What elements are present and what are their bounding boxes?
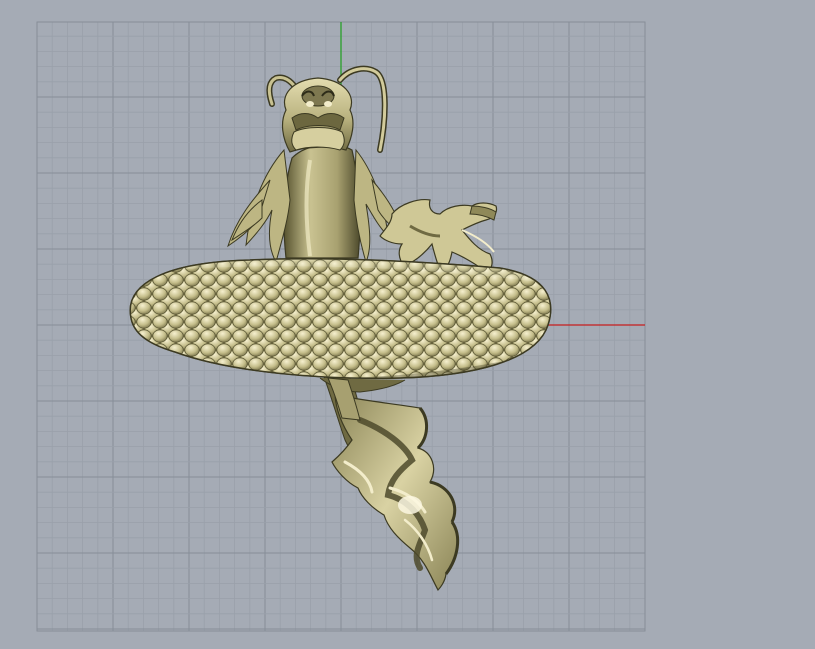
- perspective-viewport[interactable]: [0, 0, 815, 649]
- dragon-head[interactable]: [281, 77, 354, 153]
- dragon-neck[interactable]: [283, 144, 361, 259]
- viewport-canvas[interactable]: [0, 0, 815, 649]
